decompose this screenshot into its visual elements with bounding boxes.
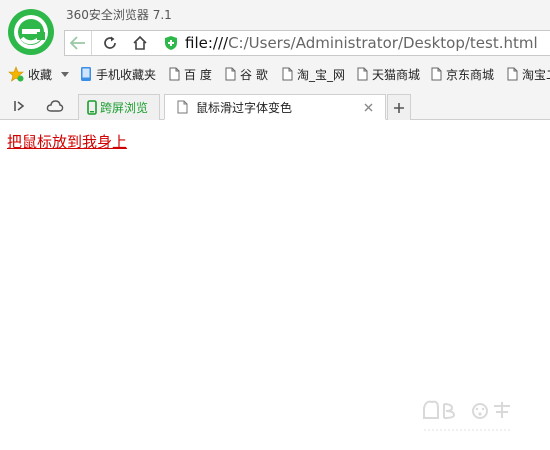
chevron-down-icon[interactable]	[61, 72, 69, 77]
cloud-button[interactable]	[46, 97, 64, 115]
bookmark-label: 百 度	[184, 67, 212, 82]
tab-label: 跨屏浏览	[100, 101, 149, 115]
url-scheme: file:///	[185, 34, 229, 52]
close-icon	[364, 103, 372, 111]
page-icon	[177, 100, 188, 114]
bookmark-label: 谷 歌	[240, 67, 268, 82]
browser-chrome: 360安全浏览器 7.1 file:///C:/Users/Administra…	[0, 0, 550, 120]
bookmark-taobao-2[interactable]: 淘宝二	[507, 66, 550, 82]
bookmark-mobile-favorites[interactable]: 手机收藏夹	[80, 66, 156, 82]
bookmark-label: 淘_宝_网	[297, 67, 346, 82]
bookmark-label: 京东商城	[446, 67, 495, 82]
arrow-left-icon	[70, 36, 85, 50]
bookmark-label: 天猫商城	[372, 67, 421, 82]
home-icon	[133, 35, 147, 50]
bookmark-label: 手机收藏夹	[96, 67, 157, 82]
home-button[interactable]	[127, 31, 153, 55]
sidebar-toggle-icon	[14, 101, 25, 111]
bookmark-jd[interactable]: 京东商城	[431, 66, 494, 82]
sidebar-toggle-button[interactable]	[10, 97, 28, 115]
page-icon	[431, 67, 442, 81]
reload-button[interactable]	[97, 31, 123, 55]
tab-active[interactable]: 鼠标滑过字体变色	[164, 94, 386, 120]
close-tab-button[interactable]	[361, 100, 375, 114]
bookmark-google[interactable]: 谷 歌	[225, 66, 268, 82]
plus-icon	[394, 102, 404, 113]
baidu-watermark-logo	[423, 400, 512, 431]
favorites-label: 收藏	[28, 67, 53, 82]
page-icon	[225, 67, 236, 81]
bookmark-baidu[interactable]: 百 度	[169, 66, 212, 82]
phone-icon	[87, 100, 97, 115]
bookmark-taobao[interactable]: 淘_宝_网	[282, 66, 345, 82]
cloud-icon	[46, 100, 64, 112]
favorites-menu[interactable]: 收藏	[8, 66, 52, 82]
phone-icon	[81, 67, 91, 81]
bookmark-tmall[interactable]: 天猫商城	[357, 66, 420, 82]
page-icon	[507, 67, 518, 81]
browser-window: 360安全浏览器 7.1 file:///C:/Users/Administra…	[0, 0, 550, 450]
address-bar[interactable]: file:///C:/Users/Administrator/Desktop/t…	[64, 30, 550, 56]
bookmarks-bar: 收藏 手机收藏夹 百 度 谷 歌 淘_宝_网 天猫商城 京东商城 淘宝	[0, 62, 550, 86]
page-icon	[169, 67, 180, 81]
tab-strip: 跨屏浏览 鼠标滑过字体变色	[0, 92, 550, 120]
shield-plus-icon[interactable]	[163, 35, 179, 51]
360-browser-logo-icon[interactable]	[7, 8, 55, 56]
star-icon	[8, 66, 24, 82]
tab-cross-screen[interactable]: 跨屏浏览	[78, 94, 160, 120]
window-title: 360安全浏览器 7.1	[66, 8, 172, 22]
url-path: C:/Users/Administrator/Desktop/test.html	[228, 34, 538, 52]
hover-color-link[interactable]: 把鼠标放到我身上	[7, 131, 127, 152]
new-tab-button[interactable]	[387, 94, 411, 120]
page-icon	[357, 67, 368, 81]
back-button[interactable]	[65, 31, 92, 55]
page-icon	[282, 67, 293, 81]
reload-icon	[104, 36, 116, 49]
bookmark-label: 淘宝二	[522, 67, 550, 82]
url-text[interactable]: file:///C:/Users/Administrator/Desktop/t…	[185, 34, 538, 52]
tab-title: 鼠标滑过字体变色	[196, 100, 293, 115]
